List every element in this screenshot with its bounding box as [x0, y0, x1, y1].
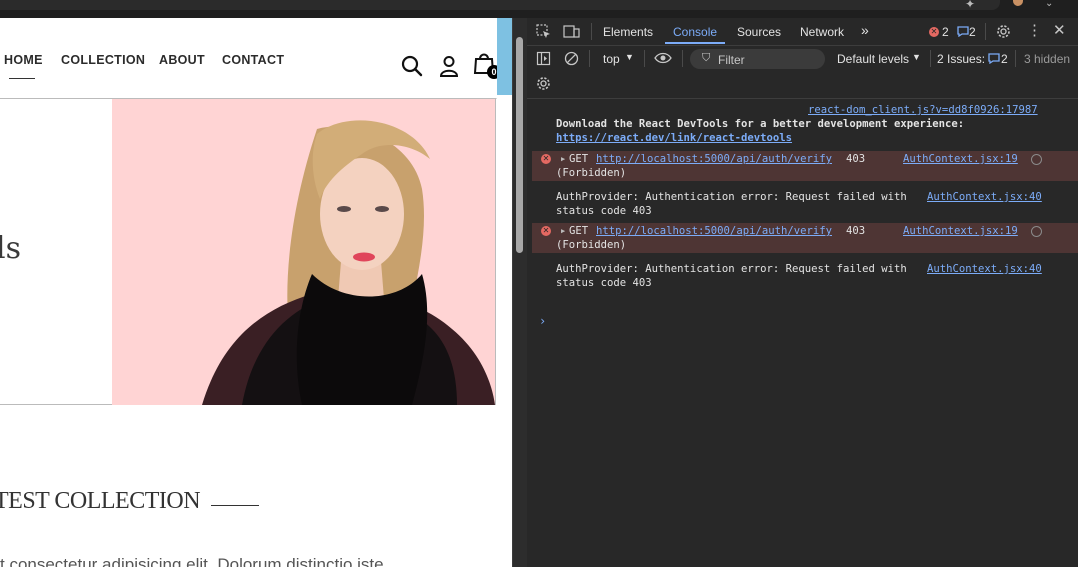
auth-error-log-cont: status code 403: [556, 277, 652, 289]
devtools-message: Download the React DevTools for a better…: [556, 118, 965, 130]
user-icon[interactable]: [437, 54, 461, 78]
toolbar-separator: [682, 50, 683, 67]
nav-link-home[interactable]: HOME: [4, 53, 43, 67]
website-viewport: HOME COLLECTION ABOUT CONTACT 0 ls TEST …: [0, 18, 512, 567]
device-toolbar-icon[interactable]: [563, 24, 580, 39]
toolbar-separator: [644, 50, 645, 67]
message-count-icon[interactable]: [957, 26, 969, 37]
extension-icon[interactable]: ✦: [965, 0, 975, 10]
inspect-element-icon[interactable]: [536, 24, 551, 39]
auth-error-log: AuthProvider: Authentication error: Requ…: [556, 263, 907, 275]
issues-message-icon[interactable]: [988, 53, 1000, 64]
toolbar-separator: [589, 50, 590, 67]
model-portrait-illustration: [112, 99, 495, 405]
collection-heading: TEST COLLECTION: [0, 488, 201, 514]
auth-log-source-link[interactable]: AuthContext.jsx:40: [927, 191, 1042, 203]
auth-error-log-cont: status code 403: [556, 205, 652, 217]
network-request-icon[interactable]: [1031, 226, 1042, 237]
collection-heading-rule: [211, 505, 259, 506]
hero-banner: ls: [0, 98, 496, 405]
issues-count[interactable]: 2: [1001, 52, 1008, 66]
settings-gear-icon[interactable]: [996, 24, 1011, 39]
devtools-url-link[interactable]: https://react.dev/link/react-devtools: [556, 132, 792, 144]
error-source-link[interactable]: AuthContext.jsx:19: [903, 225, 1018, 237]
context-selector[interactable]: top: [603, 52, 620, 66]
hero-heading: ls: [0, 231, 21, 266]
hero-model-image: [112, 99, 495, 405]
error-url-link[interactable]: http://localhost:5000/api/auth/verify: [596, 225, 832, 237]
context-dropdown-icon[interactable]: ▼: [625, 52, 634, 62]
filter-funnel-icon: ⛉: [702, 52, 711, 64]
search-icon[interactable]: [400, 54, 424, 78]
error-status-text: (Forbidden): [556, 167, 627, 179]
profile-avatar[interactable]: [1013, 0, 1023, 6]
site-scrollbar-thumb[interactable]: [516, 37, 523, 253]
devtools-tabbar: Elements Console Sources Network » ✕ 2 2…: [527, 18, 1078, 46]
log-levels-dropdown[interactable]: Default levels: [837, 52, 909, 66]
tab-separator: [985, 23, 986, 40]
levels-dropdown-icon[interactable]: ▼: [912, 52, 921, 62]
more-tabs-chevron-icon[interactable]: »: [861, 22, 869, 38]
error-status: 403: [846, 225, 866, 237]
console-error-row[interactable]: ✕ ▶ GET http://localhost:5000/api/auth/v…: [532, 223, 1078, 253]
browser-top-strip: ✦ ⌄: [0, 0, 1078, 18]
tab-console[interactable]: Console: [673, 25, 717, 39]
active-tab-indicator: [665, 42, 725, 44]
kebab-menu-icon[interactable]: ⋮: [1027, 21, 1042, 39]
expand-triangle-icon[interactable]: ▶: [561, 155, 565, 163]
sidebar-toggle-icon[interactable]: [536, 51, 551, 66]
tab-elements[interactable]: Elements: [603, 25, 653, 39]
issues-label[interactable]: 2 Issues:: [937, 52, 985, 66]
error-status: 403: [846, 153, 866, 165]
error-count-icon[interactable]: ✕: [929, 27, 939, 37]
nav-active-underline: [9, 78, 35, 79]
nav-link-collection[interactable]: COLLECTION: [61, 53, 145, 67]
error-url-link[interactable]: http://localhost:5000/api/auth/verify: [596, 153, 832, 165]
nav-link-contact[interactable]: CONTACT: [222, 53, 284, 67]
hidden-count[interactable]: 3 hidden: [1024, 52, 1070, 66]
console-error-row[interactable]: ✕ ▶ GET http://localhost:5000/api/auth/v…: [532, 151, 1078, 181]
close-devtools-icon[interactable]: ✕: [1053, 21, 1066, 39]
tab-network[interactable]: Network: [800, 25, 844, 39]
tab-separator: [591, 23, 592, 40]
error-count[interactable]: 2: [942, 25, 949, 39]
collection-description: t consectetur adipisicing elit. Dolorum …: [0, 555, 384, 567]
console-output: react-dom_client.js?v=dd8f0926:17987 Dow…: [527, 99, 1078, 567]
network-request-icon[interactable]: [1031, 154, 1042, 165]
error-icon: ✕: [541, 154, 551, 164]
tab-sources[interactable]: Sources: [737, 25, 781, 39]
error-method: GET: [569, 153, 589, 165]
live-expression-eye-icon[interactable]: [654, 51, 672, 65]
site-navbar: HOME COLLECTION ABOUT CONTACT 0: [0, 18, 501, 99]
error-icon: ✕: [541, 226, 551, 236]
page-edge-strip: [497, 18, 512, 95]
console-settings-gear-icon[interactable]: [536, 76, 551, 91]
toolbar-separator: [930, 50, 931, 67]
filter-input[interactable]: ⛉ Filter: [690, 49, 825, 69]
toolbar-separator: [1015, 50, 1016, 67]
nav-link-about[interactable]: ABOUT: [159, 53, 205, 67]
error-source-link[interactable]: AuthContext.jsx:19: [903, 153, 1018, 165]
menu-icon[interactable]: ⌄: [1045, 0, 1053, 9]
filter-placeholder: Filter: [718, 53, 745, 67]
console-prompt-chevron-icon[interactable]: ›: [539, 314, 546, 328]
devtools-panel: Elements Console Sources Network » ✕ 2 2…: [527, 18, 1078, 567]
source-link[interactable]: react-dom_client.js?v=dd8f0926:17987: [808, 104, 1038, 116]
error-status-text: (Forbidden): [556, 239, 627, 251]
auth-log-source-link[interactable]: AuthContext.jsx:40: [927, 263, 1042, 275]
auth-error-log: AuthProvider: Authentication error: Requ…: [556, 191, 907, 203]
expand-triangle-icon[interactable]: ▶: [561, 227, 565, 235]
browser-tab-edge: [0, 0, 1000, 10]
console-toolbar: top ▼ ⛉ Filter Default levels ▼ 2 Issues…: [527, 46, 1078, 99]
error-method: GET: [569, 225, 589, 237]
clear-console-icon[interactable]: [564, 51, 579, 66]
message-count[interactable]: 2: [969, 25, 976, 39]
